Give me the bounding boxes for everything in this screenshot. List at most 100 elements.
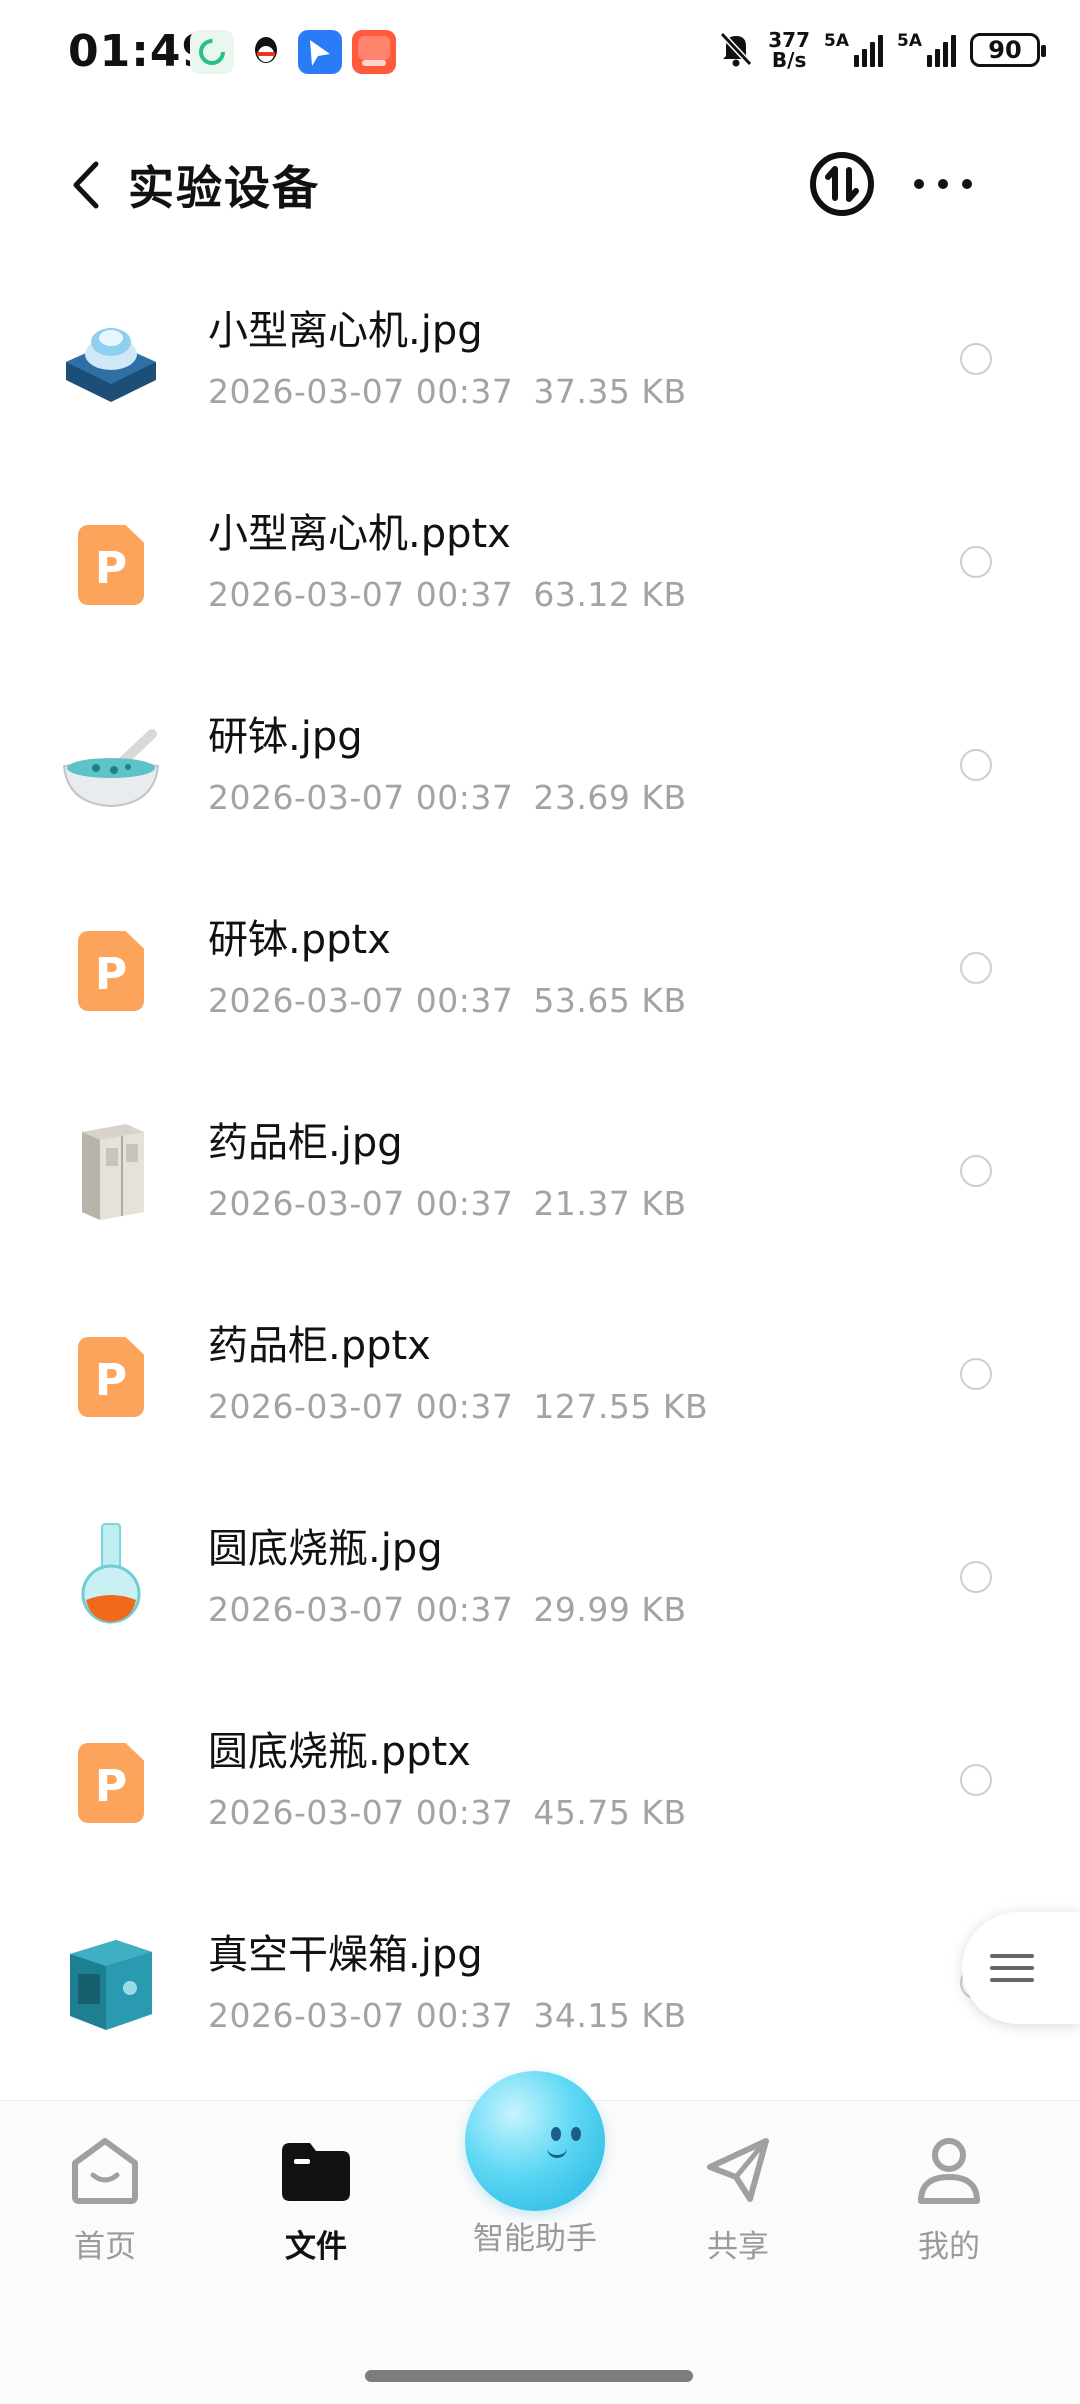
taobao-icon (352, 30, 396, 74)
file-row[interactable]: 研钵.jpg 2026-03-07 00:37 23.69 KB (0, 666, 1080, 869)
dot-icon (914, 179, 924, 189)
file-row[interactable]: P 药品柜.pptx 2026-03-07 00:37 127.55 KB (0, 1275, 1080, 1478)
file-name: 小型离心机.jpg (208, 308, 483, 354)
file-size: 21.37 KB (533, 1184, 687, 1223)
nav-home[interactable]: 首页 (30, 2129, 180, 2266)
file-list: 小型离心机.jpg 2026-03-07 00:37 37.35 KB P 小型离… (0, 260, 1080, 2087)
file-size: 45.75 KB (533, 1793, 687, 1832)
file-row[interactable]: 药品柜.jpg 2026-03-07 00:37 21.37 KB (0, 1072, 1080, 1275)
file-row[interactable]: 圆底烧瓶.jpg 2026-03-07 00:37 29.99 KB (0, 1478, 1080, 1681)
file-name: 圆底烧瓶.pptx (208, 1729, 471, 1775)
status-right: 377 B/s 5A 5A 90 (718, 28, 1046, 72)
file-name: 研钵.pptx (208, 917, 391, 963)
cabinet-thumbnail (56, 1114, 166, 1224)
file-size: 37.35 KB (533, 372, 687, 411)
file-row[interactable]: P 研钵.pptx 2026-03-07 00:37 53.65 KB (0, 869, 1080, 1072)
file-meta: 2026-03-07 00:37 53.65 KB (208, 981, 687, 1020)
file-meta: 2026-03-07 00:37 37.35 KB (208, 372, 687, 411)
file-size: 34.15 KB (533, 1996, 687, 2035)
ppt-file-icon: P (56, 1723, 166, 1833)
file-meta: 2026-03-07 00:37 21.37 KB (208, 1184, 687, 1223)
select-radio[interactable] (960, 1764, 992, 1796)
select-radio[interactable] (960, 1561, 992, 1593)
file-meta: 2026-03-07 00:37 63.12 KB (208, 575, 687, 614)
dot-icon (962, 179, 972, 189)
back-button[interactable] (60, 150, 120, 220)
user-icon (909, 2129, 989, 2209)
file-date: 2026-03-07 00:37 (208, 778, 514, 817)
file-date: 2026-03-07 00:37 (208, 372, 514, 411)
ppt-file-icon: P (56, 1317, 166, 1427)
home-icon (65, 2129, 145, 2209)
network-speed: 377 B/s (768, 28, 810, 72)
select-radio[interactable] (960, 1358, 992, 1390)
file-size: 127.55 KB (533, 1387, 709, 1426)
oven-thumbnail (56, 1926, 166, 2036)
file-name: 圆底烧瓶.jpg (208, 1526, 443, 1572)
battery-icon: 90 (970, 33, 1046, 67)
file-size: 23.69 KB (533, 778, 687, 817)
nav-label: 我的 (918, 2229, 980, 2265)
file-date: 2026-03-07 00:37 (208, 981, 514, 1020)
nav-files[interactable]: 文件 (241, 2129, 391, 2266)
sync-app-icon (190, 30, 234, 74)
dot-icon (938, 179, 948, 189)
more-options-button[interactable] (908, 150, 978, 218)
file-date: 2026-03-07 00:37 (208, 575, 514, 614)
nav-me[interactable]: 我的 (874, 2129, 1024, 2266)
nav-share[interactable]: 共享 (663, 2129, 813, 2266)
select-radio[interactable] (960, 749, 992, 781)
signal-sim1-icon: 5A (824, 33, 883, 67)
select-radio[interactable] (960, 546, 992, 578)
home-indicator[interactable] (365, 2370, 693, 2382)
ppt-file-icon: P (56, 505, 166, 615)
select-radio[interactable] (960, 952, 992, 984)
mute-bell-icon (718, 28, 754, 72)
nav-label: 共享 (707, 2229, 769, 2265)
folder-icon (276, 2129, 356, 2209)
file-name: 研钵.jpg (208, 714, 363, 760)
file-name: 药品柜.jpg (208, 1120, 403, 1166)
floating-menu-button[interactable] (962, 1912, 1080, 2024)
file-meta: 2026-03-07 00:37 23.69 KB (208, 778, 687, 817)
feishu-icon (298, 30, 342, 74)
nav-label: 智能助手 (473, 2221, 597, 2257)
file-size: 63.12 KB (533, 575, 687, 614)
qq-icon (244, 30, 288, 74)
signal-sim2-icon: 5A (897, 33, 956, 67)
bottom-navigation: 首页 文件 智能助手 共享 我的 (0, 2071, 1080, 2404)
file-meta: 2026-03-07 00:37 34.15 KB (208, 1996, 687, 2035)
file-row[interactable]: 真空干燥箱.jpg 2026-03-07 00:37 34.15 KB (0, 1884, 1080, 2087)
file-row[interactable]: P 圆底烧瓶.pptx 2026-03-07 00:37 45.75 KB (0, 1681, 1080, 1884)
file-size: 53.65 KB (533, 981, 687, 1020)
file-row[interactable]: P 小型离心机.pptx 2026-03-07 00:37 63.12 KB (0, 463, 1080, 666)
assistant-mascot-icon (465, 2071, 605, 2211)
page-title: 实验设备 (128, 161, 320, 215)
nav-assistant[interactable]: 智能助手 (455, 2071, 615, 2258)
nav-label: 首页 (74, 2229, 136, 2265)
select-radio[interactable] (960, 343, 992, 375)
top-bar: 实验设备 (0, 130, 1080, 240)
centrifuge-thumbnail (56, 302, 166, 412)
file-date: 2026-03-07 00:37 (208, 1590, 514, 1629)
file-date: 2026-03-07 00:37 (208, 1793, 514, 1832)
file-name: 药品柜.pptx (208, 1323, 431, 1369)
sort-arrows-icon (810, 152, 874, 216)
file-meta: 2026-03-07 00:37 45.75 KB (208, 1793, 687, 1832)
chevron-left-icon (73, 161, 99, 209)
file-name: 真空干燥箱.jpg (208, 1932, 483, 1978)
file-size: 29.99 KB (533, 1590, 687, 1629)
file-date: 2026-03-07 00:37 (208, 1387, 514, 1426)
file-meta: 2026-03-07 00:37 29.99 KB (208, 1590, 687, 1629)
file-name: 小型离心机.pptx (208, 511, 511, 557)
mortar-thumbnail (56, 708, 166, 818)
flask-thumbnail (56, 1520, 166, 1630)
select-radio[interactable] (960, 1155, 992, 1187)
file-row[interactable]: 小型离心机.jpg 2026-03-07 00:37 37.35 KB (0, 260, 1080, 463)
paper-plane-icon (698, 2129, 778, 2209)
ppt-file-icon: P (56, 911, 166, 1021)
file-date: 2026-03-07 00:37 (208, 1184, 514, 1223)
file-meta: 2026-03-07 00:37 127.55 KB (208, 1387, 708, 1426)
sort-button[interactable] (808, 150, 876, 218)
status-bar: 01:49 377 B/s 5A 5A 90 (0, 0, 1080, 110)
